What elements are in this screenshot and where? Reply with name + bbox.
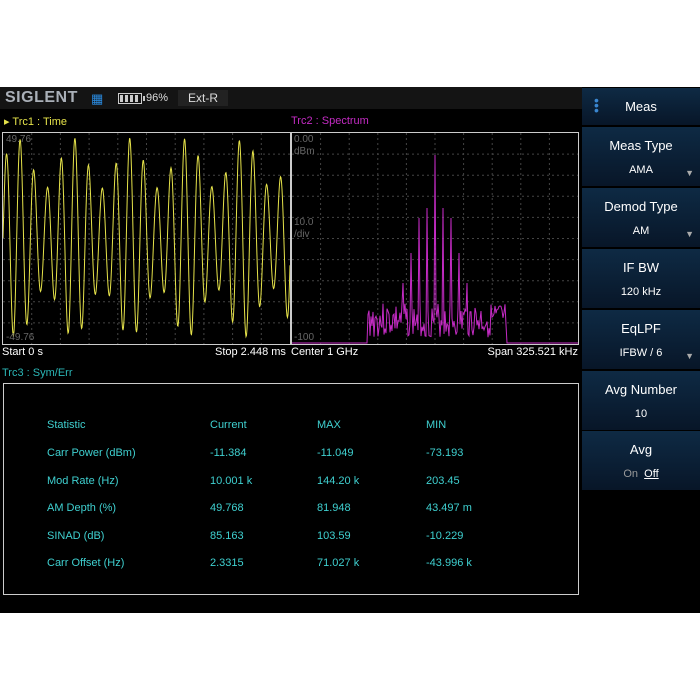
row-value: -11.384 (210, 447, 247, 459)
menu-item[interactable]: EqLPF IFBW / 6 ▼ (582, 310, 700, 369)
header-min: MIN (426, 419, 447, 431)
menu-avg[interactable]: Avg On Off (582, 431, 700, 490)
network-icon: ▦ (91, 91, 104, 106)
stop-time: Stop 2.448 ms (215, 346, 286, 358)
battery-icon (118, 93, 145, 104)
row-value: -11.049 (317, 447, 354, 459)
menu-item-label: IF BW (622, 260, 660, 275)
span: Span 325.521 kHz (487, 346, 578, 358)
avg-on[interactable]: On (623, 468, 638, 480)
menu-item-label: Meas Type (609, 138, 673, 153)
row-value: 203.45 (426, 474, 460, 487)
row-value: 71.027 k (317, 557, 360, 570)
menu-item-value: AMA (629, 164, 653, 176)
start-time: Start 0 s (2, 346, 43, 358)
menu-item[interactable]: IF BW 120 kHz (582, 249, 700, 308)
spectrum-bottom-label: -100 (294, 332, 315, 343)
trace2-label[interactable]: Trc2 : Spectrum (291, 115, 369, 127)
meas-menu: • • • Meas Meas Type AMA ▼ Demod Type AM ▼ IF BW… (582, 87, 700, 491)
header-max: MAX (317, 419, 341, 431)
row-value: 10.001 k (210, 474, 253, 487)
avg-off[interactable]: Off (644, 468, 658, 480)
menu-item-label: EqLPF (621, 321, 661, 336)
row-value: -10.229 (426, 529, 464, 542)
header-statistic: Statistic (47, 419, 86, 431)
row-value: -73.193 (426, 447, 464, 459)
header-bar: SIGLENT ▦ 96% Ext-R (0, 87, 582, 109)
trace1-title: Trc1 : Time (12, 116, 67, 128)
dropdown-arrow-icon: ▼ (685, 168, 694, 178)
row-value: 103.59 (317, 529, 351, 542)
menu-item-value: IFBW / 6 (619, 347, 663, 359)
menu-title[interactable]: • • • Meas (582, 88, 700, 125)
menu-item[interactable]: Avg Number 10 (582, 371, 700, 430)
menu-item[interactable]: Meas Type AMA ▼ (582, 127, 700, 186)
analyzer-screen: SIGLENT ▦ 96% Ext-R ▸ Trc1 : Time Trc2 :… (0, 87, 700, 613)
trace1-label[interactable]: ▸ Trc1 : Time (4, 115, 67, 128)
time-plot: 49.76 -49.76 (2, 132, 291, 345)
row-value: -43.996 k (426, 557, 472, 570)
menu-item[interactable]: Demod Type AM ▼ (582, 188, 700, 247)
row-label: Mod Rate (Hz) (47, 474, 119, 487)
more-icon: • • • (594, 92, 599, 118)
avg-label: Avg (629, 442, 653, 457)
time-top-label: 49.76 (6, 134, 32, 145)
spectrum-trace (292, 133, 578, 344)
row-value: 49.768 (210, 502, 244, 515)
menu-item-value: AM (632, 225, 650, 237)
row-label: SINAD (dB) (47, 529, 105, 542)
scale: 10.0 (294, 217, 314, 228)
header-current: Current (210, 419, 247, 431)
row-value: 144.20 k (317, 474, 360, 487)
dropdown-arrow-icon: ▼ (685, 351, 694, 361)
statistics-table: Statistic Current MAX MIN Carr Power (dB… (3, 383, 579, 595)
row-value: 2.3315 (210, 557, 244, 570)
dropdown-arrow-icon: ▼ (685, 229, 694, 239)
menu-item-label: Avg Number (604, 382, 677, 397)
ref-unit: dBm (294, 146, 315, 157)
row-value: 81.948 (317, 502, 351, 515)
row-label: AM Depth (%) (47, 502, 117, 515)
scale-unit: /div (294, 229, 310, 240)
ref-level: 0.00 (294, 134, 314, 145)
row-label: Carr Power (dBm) (47, 447, 136, 459)
menu-item-value: 10 (634, 408, 648, 420)
siglent-logo: SIGLENT (5, 89, 78, 106)
battery-percent: 96% (146, 92, 169, 104)
menu-item-value: 120 kHz (620, 286, 662, 298)
menu-title-label: Meas (625, 99, 657, 114)
row-value: 43.497 m (426, 502, 472, 515)
center-freq: Center 1 GHz (291, 346, 359, 358)
time-bottom-label: -49.76 (6, 332, 35, 343)
time-trace (3, 133, 290, 344)
menu-item-label: Demod Type (604, 199, 678, 214)
trace3-label[interactable]: Trc3 : Sym/Err (2, 367, 72, 379)
ext-ref-indicator: Ext-R (178, 90, 228, 106)
row-label: Carr Offset (Hz) (47, 557, 125, 570)
row-value: 85.163 (210, 529, 244, 542)
spectrum-plot: 0.00 dBm 10.0 /div -100 (291, 132, 579, 345)
